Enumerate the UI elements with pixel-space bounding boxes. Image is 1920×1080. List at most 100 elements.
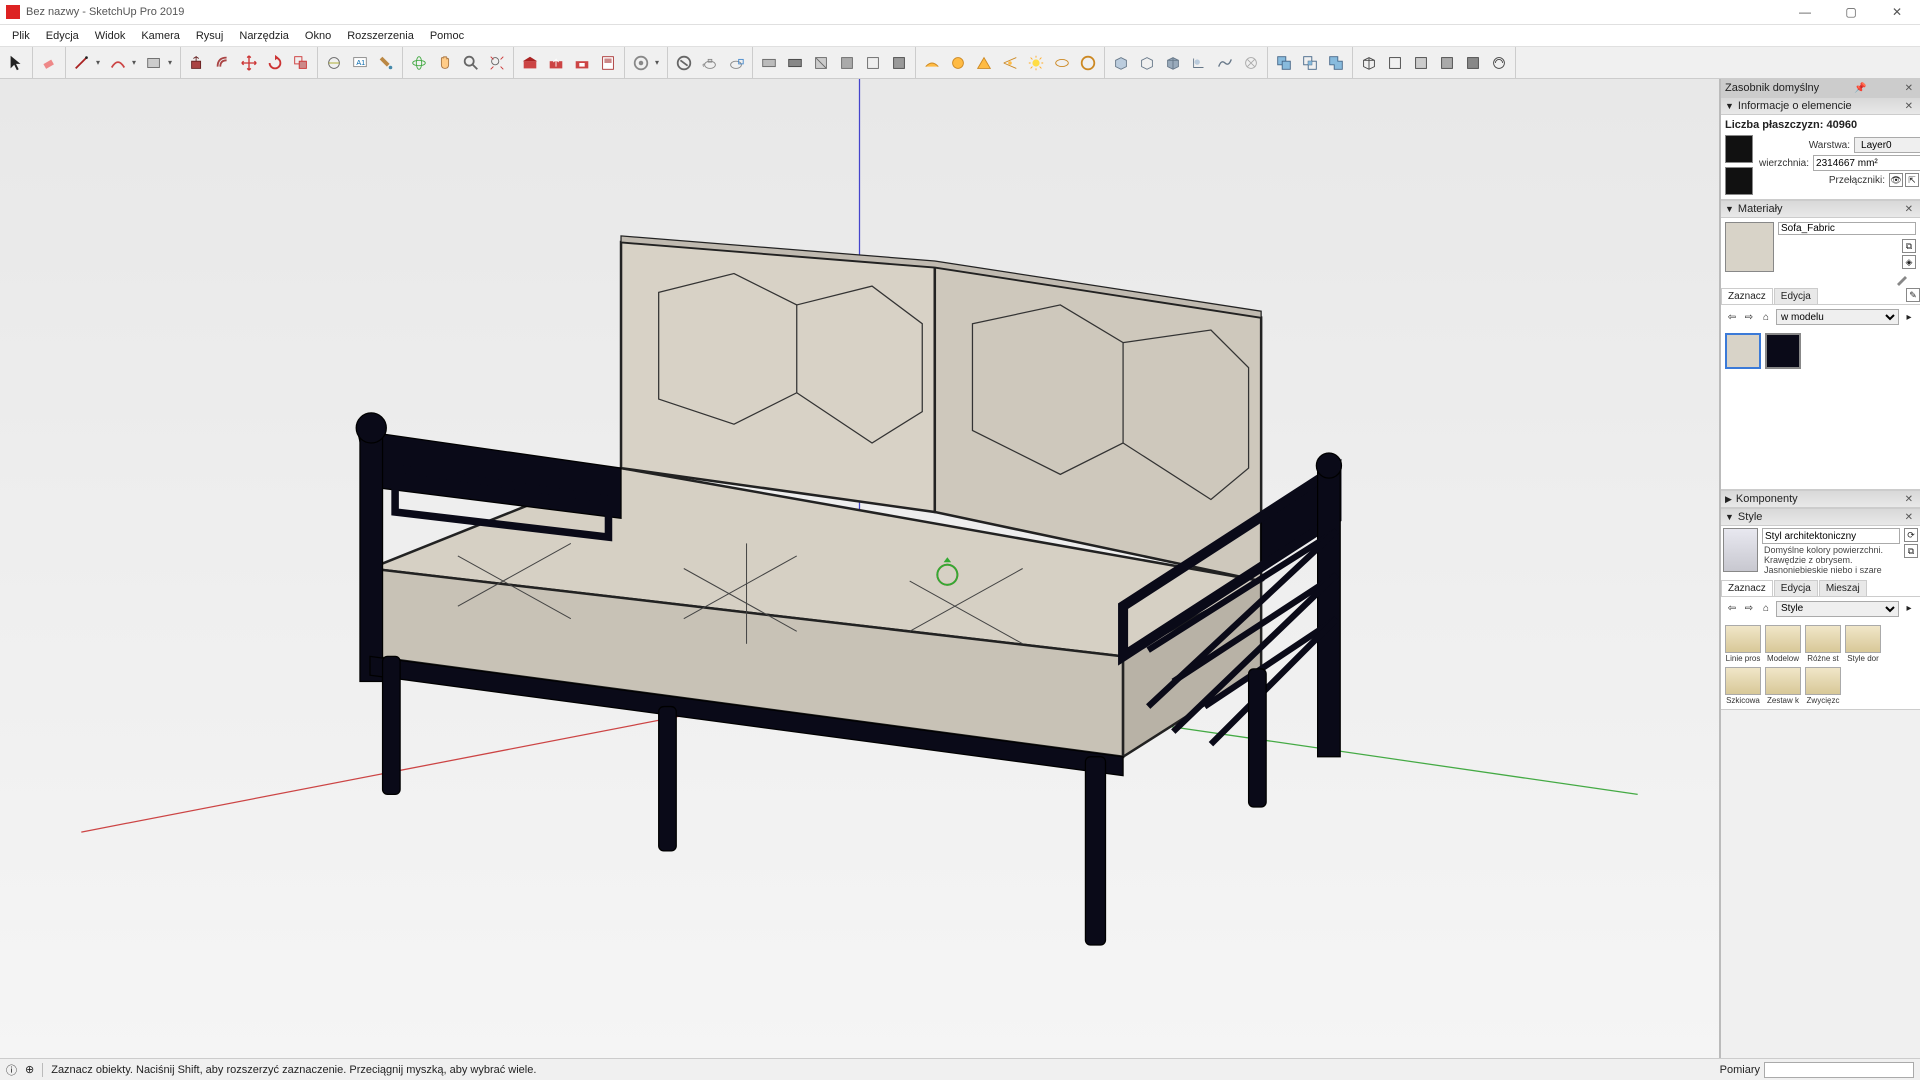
menu-pomoc[interactable]: Pomoc (422, 28, 472, 44)
style-nav-home-icon[interactable]: ⌂ (1759, 602, 1773, 616)
styles-tab-mix[interactable]: Mieszaj (1819, 580, 1867, 596)
style-folder[interactable]: Szkicowa (1725, 667, 1761, 705)
styles-header[interactable]: ▼ Style ✕ (1721, 508, 1920, 526)
section-plane-icon[interactable] (757, 51, 781, 75)
pan-tool[interactable] (433, 51, 457, 75)
menu-widok[interactable]: Widok (87, 28, 134, 44)
sun-icon[interactable] (1024, 51, 1048, 75)
material-name-field[interactable] (1778, 222, 1916, 235)
solid5-icon[interactable] (1213, 51, 1237, 75)
offset-tool[interactable] (211, 51, 235, 75)
material-fabric-swatch[interactable] (1725, 333, 1761, 369)
style-nav-back-icon[interactable]: ⇦ (1725, 602, 1739, 616)
line-tool[interactable] (70, 51, 94, 75)
tray-pin-icon[interactable]: 📌 (1851, 83, 1869, 94)
minimize-button[interactable]: — (1782, 0, 1828, 25)
arc-tool[interactable] (106, 51, 130, 75)
vray-icon[interactable] (672, 51, 696, 75)
rotate-tool[interactable] (263, 51, 287, 75)
style-folder[interactable]: Zwycięzc (1805, 667, 1841, 705)
sandbox1-icon[interactable] (920, 51, 944, 75)
sandbox4-icon[interactable] (998, 51, 1022, 75)
line-dropdown[interactable]: ▾ (96, 58, 104, 67)
right-icon[interactable] (1435, 51, 1459, 75)
layout-icon[interactable] (596, 51, 620, 75)
intersect-icon[interactable] (1298, 51, 1322, 75)
solid3-icon[interactable] (1161, 51, 1185, 75)
rectangle-tool[interactable] (142, 51, 166, 75)
warehouse-icon[interactable] (518, 51, 542, 75)
nav-details-icon[interactable]: ▸ (1902, 310, 1916, 324)
menu-okno[interactable]: Okno (297, 28, 339, 44)
layer-select[interactable]: Layer0 (1854, 137, 1920, 153)
material-dark-swatch[interactable] (1765, 333, 1801, 369)
zoom-extents-tool[interactable] (485, 51, 509, 75)
warehouse-upload-icon[interactable] (544, 51, 568, 75)
style-folder[interactable]: Zestaw k (1765, 667, 1801, 705)
toggle-visible-icon[interactable]: 👁 (1889, 173, 1903, 187)
front-icon[interactable] (1409, 51, 1433, 75)
nav-back-icon[interactable]: ⇦ (1725, 310, 1739, 324)
iso-icon[interactable] (1357, 51, 1381, 75)
style-nav-details-icon[interactable]: ▸ (1902, 602, 1916, 616)
entity-info-header[interactable]: ▼ Informacje o elemencie ✕ (1721, 97, 1920, 115)
ext-dropdown[interactable]: ▾ (655, 58, 663, 67)
style-update-icon[interactable]: ⟳ (1904, 528, 1918, 542)
style-create-icon[interactable]: ⧉ (1904, 544, 1918, 558)
extension-manager-icon[interactable] (629, 51, 653, 75)
materials-tab-edit[interactable]: Edycja (1774, 288, 1818, 304)
menu-narzedzia[interactable]: Narzędzia (231, 28, 297, 44)
materials-close-icon[interactable]: ✕ (1902, 204, 1916, 215)
shape-dropdown[interactable]: ▾ (168, 58, 176, 67)
union-icon[interactable] (1324, 51, 1348, 75)
section-display-icon[interactable] (783, 51, 807, 75)
entity-info-close-icon[interactable]: ✕ (1902, 101, 1916, 112)
styles-tab-select[interactable]: Zaznacz (1721, 580, 1773, 596)
styles-close-icon[interactable]: ✕ (1902, 512, 1916, 523)
set-default-icon[interactable]: ◈ (1902, 255, 1916, 269)
components-header[interactable]: ▶ Komponenty ✕ (1721, 490, 1920, 508)
section-fill-icon[interactable] (861, 51, 885, 75)
style-folder[interactable]: Linie pros (1725, 625, 1761, 663)
sandbox2-icon[interactable] (946, 51, 970, 75)
solid2-icon[interactable] (1135, 51, 1159, 75)
tape-tool[interactable] (322, 51, 346, 75)
eyedropper-icon[interactable] (1720, 276, 1918, 288)
solid1-icon[interactable] (1109, 51, 1133, 75)
style-folder[interactable]: Style dor (1845, 625, 1881, 663)
tray-header[interactable]: Zasobnik domyślny 📌 ✕ (1721, 79, 1920, 97)
teapot1-icon[interactable] (698, 51, 722, 75)
menu-edycja[interactable]: Edycja (38, 28, 87, 44)
help-icon[interactable]: ⓘ (6, 1062, 17, 1078)
edit-pencil-icon[interactable]: ✎ (1906, 288, 1920, 302)
current-style-thumb[interactable] (1723, 528, 1758, 572)
maximize-button[interactable]: ▢ (1828, 0, 1874, 25)
viewport[interactable] (0, 79, 1720, 1058)
styles-tab-edit[interactable]: Edycja (1774, 580, 1818, 596)
sandbox3-icon[interactable] (972, 51, 996, 75)
scale-tool[interactable] (289, 51, 313, 75)
front-material-swatch[interactable] (1725, 135, 1753, 163)
solid6-icon[interactable] (1239, 51, 1263, 75)
components-close-icon[interactable]: ✕ (1902, 494, 1916, 505)
text-tool[interactable]: A1 (348, 51, 372, 75)
toggle-lock-icon[interactable]: ⇱ (1905, 173, 1919, 187)
solid4-icon[interactable] (1187, 51, 1211, 75)
current-material-swatch[interactable] (1725, 222, 1774, 272)
eraser-tool[interactable] (37, 51, 61, 75)
create-material-icon[interactable]: ⧉ (1902, 239, 1916, 253)
menu-rozszerzenia[interactable]: Rozszerzenia (339, 28, 422, 44)
style-folder[interactable]: Modelow (1765, 625, 1801, 663)
close-button[interactable]: ✕ (1874, 0, 1920, 25)
sandbox5-icon[interactable] (1050, 51, 1074, 75)
teapot2-icon[interactable] (724, 51, 748, 75)
sandbox6-icon[interactable] (1076, 51, 1100, 75)
material-scope-select[interactable]: w modelu (1776, 309, 1899, 325)
nav-fwd-icon[interactable]: ⇨ (1742, 310, 1756, 324)
top-icon[interactable] (1383, 51, 1407, 75)
menu-kamera[interactable]: Kamera (133, 28, 188, 44)
select-tool[interactable] (4, 51, 28, 75)
arc-dropdown[interactable]: ▾ (132, 58, 140, 67)
materials-header[interactable]: ▼ Materiały ✕ (1721, 200, 1920, 218)
tray-close-icon[interactable]: ✕ (1902, 83, 1916, 94)
